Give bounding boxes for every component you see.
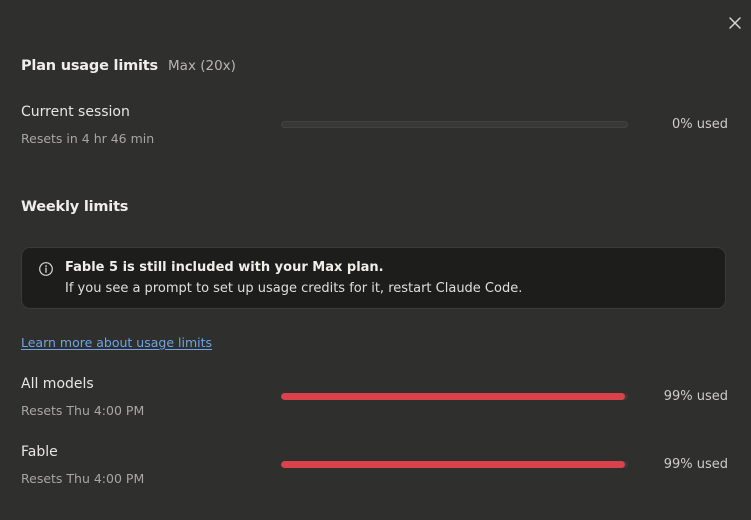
all-models-label: All models [21, 376, 94, 392]
close-button[interactable] [726, 14, 744, 32]
fable-progress-fill [281, 461, 625, 468]
plan-header: Plan usage limits Max (20x) [21, 55, 236, 74]
weekly-limits-title: Weekly limits [21, 199, 129, 215]
notice-title: Fable 5 is still included with your Max … [65, 260, 384, 275]
all-models-progress-fill [281, 393, 625, 400]
fable-percent: 99% used [663, 457, 728, 472]
all-models-percent: 99% used [663, 389, 728, 404]
fable-label: Fable [21, 444, 58, 460]
all-models-progress-bar [281, 393, 628, 400]
notice-banner: Fable 5 is still included with your Max … [21, 247, 726, 309]
fable-reset: Resets Thu 4:00 PM [21, 471, 145, 486]
plan-tier-badge: Max (20x) [168, 58, 236, 74]
notice-body: If you see a prompt to set up usage cred… [65, 281, 523, 296]
current-session-progress-bar [281, 121, 628, 128]
all-models-reset: Resets Thu 4:00 PM [21, 403, 145, 418]
current-session-label: Current session [21, 104, 130, 120]
page-title: Plan usage limits [21, 58, 158, 74]
fable-progress-bar [281, 461, 628, 468]
current-session-reset: Resets in 4 hr 46 min [21, 131, 155, 146]
current-session-percent: 0% used [671, 117, 728, 132]
info-icon [39, 262, 53, 276]
learn-more-link[interactable]: Learn more about usage limits [21, 335, 212, 350]
close-icon [729, 17, 741, 29]
